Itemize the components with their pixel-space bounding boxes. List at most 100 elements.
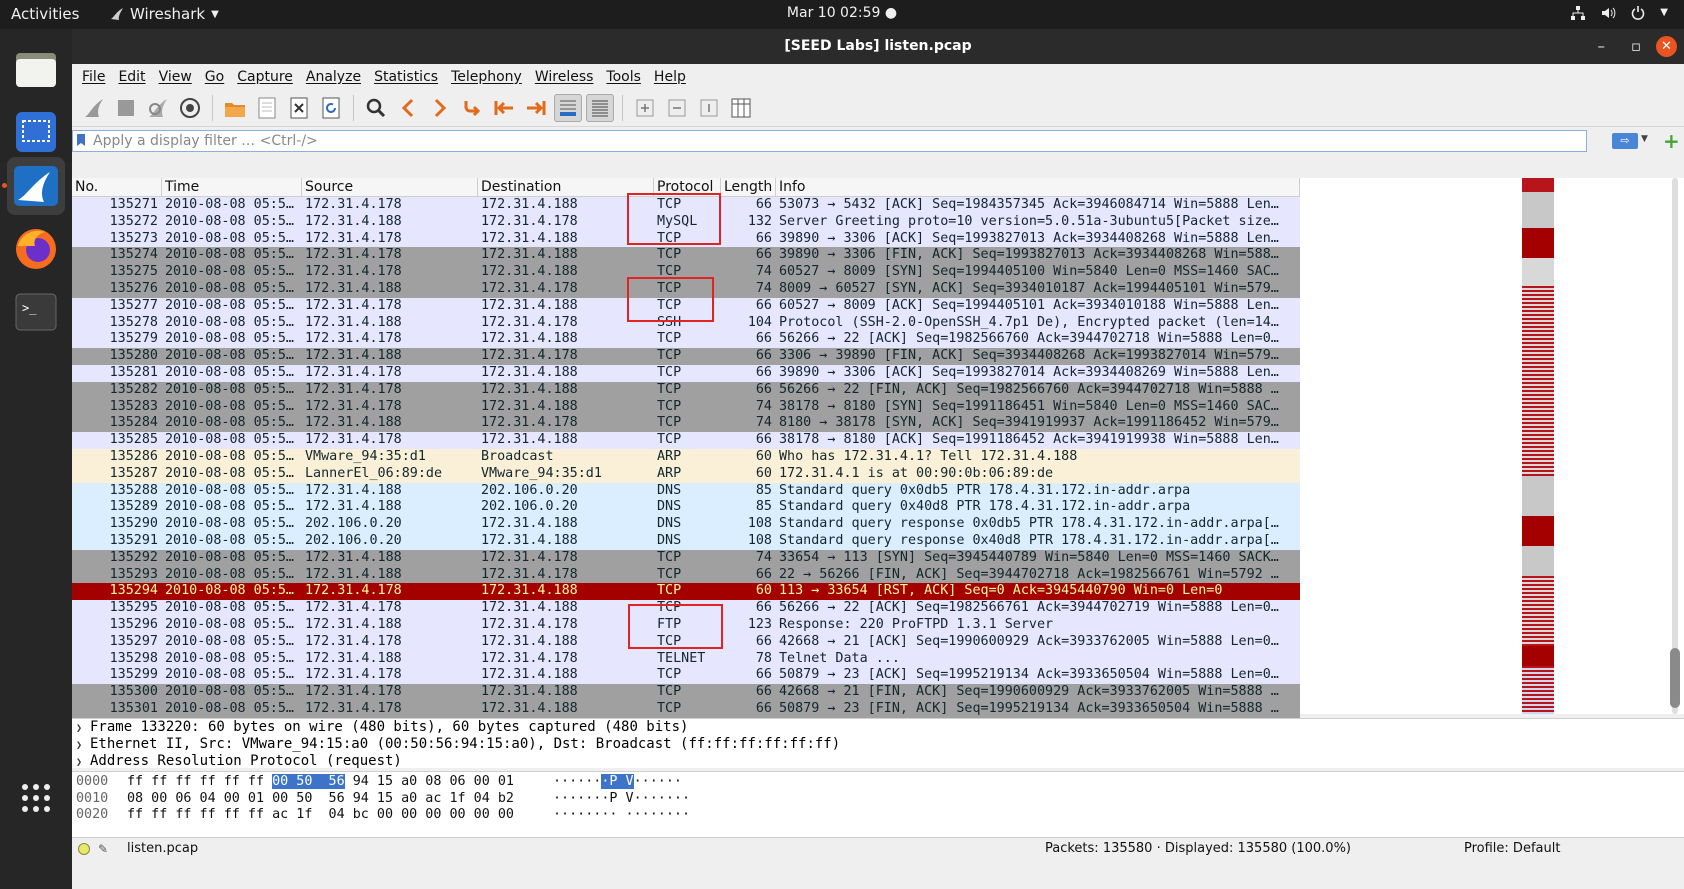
capture-options-icon[interactable] — [176, 94, 204, 122]
packet-cell-dst: Broadcast — [481, 448, 554, 464]
apply-filter-button[interactable]: ⇨ — [1612, 133, 1638, 149]
packet-row[interactable]: 135300 2010-08-08 05:5… 172.31.4.178 172.31… — [72, 684, 1300, 701]
packet-row[interactable]: 135301 2010-08-08 05:5… 172.31.4.178 172.31… — [72, 700, 1300, 718]
packet-cell-time: 2010-08-08 05:5… — [165, 700, 294, 716]
activities-button[interactable]: Activities — [11, 5, 79, 23]
screenshot-icon[interactable] — [7, 103, 65, 161]
reload-file-icon[interactable] — [317, 94, 345, 122]
menu-view[interactable]: View — [159, 69, 192, 85]
packet-row[interactable]: 135293 2010-08-08 05:5… 172.31.4.188 172.31… — [72, 566, 1300, 584]
packet-cell-src: 172.31.4.188 — [305, 280, 402, 296]
menu-analyze[interactable]: Analyze — [306, 69, 361, 85]
packet-row[interactable]: 135289 2010-08-08 05:5… 172.31.4.188 202.10… — [72, 499, 1300, 517]
files-icon[interactable] — [7, 40, 65, 98]
menu-help[interactable]: Help — [654, 69, 686, 85]
packet-row[interactable]: 135290 2010-08-08 05:5… 202.106.0.20 172.31… — [72, 516, 1300, 533]
column-length[interactable]: Length — [721, 178, 776, 196]
zoom-out-icon[interactable] — [663, 94, 691, 122]
close-file-icon[interactable] — [285, 94, 313, 122]
close-button[interactable]: ✕ — [1656, 36, 1677, 57]
display-filter-input[interactable]: Apply a display filter … <Ctrl-/> — [72, 130, 1587, 152]
go-back-icon[interactable] — [394, 94, 422, 122]
firefox-icon[interactable] — [7, 220, 65, 278]
open-file-icon[interactable] — [221, 94, 249, 122]
expand-arrow-icon[interactable]: ❯ — [76, 737, 90, 754]
start-capture-icon[interactable] — [80, 94, 108, 122]
packet-row[interactable]: 135299 2010-08-08 05:5… 172.31.4.178 172.31… — [72, 667, 1300, 685]
packet-row[interactable]: 135298 2010-08-08 05:5… 172.31.4.188 172.31… — [72, 650, 1300, 668]
packet-rows: 135271 2010-08-08 05:5… 172.31.4.178 172.31… — [72, 197, 1684, 718]
clock[interactable]: Mar 10 02:59 — [787, 5, 880, 21]
status-profile[interactable]: Profile: Default — [1464, 838, 1560, 860]
expand-arrow-icon[interactable]: ❯ — [76, 754, 90, 771]
filter-dropdown-icon[interactable]: ▼ — [1641, 134, 1648, 144]
column-source[interactable]: Source — [302, 178, 478, 196]
packet-row[interactable]: 135288 2010-08-08 05:5… 172.31.4.188 202.10… — [72, 482, 1300, 500]
zoom-in-icon[interactable] — [631, 94, 659, 122]
detail-row-arp[interactable]: ❯ Address Resolution Protocol (request) — [72, 753, 1684, 770]
menu-statistics[interactable]: Statistics — [374, 69, 438, 85]
packet-row[interactable]: 135286 2010-08-08 05:5… VMware_94:35:d1 Bro… — [72, 448, 1300, 466]
packet-row[interactable]: 135283 2010-08-08 05:5… 172.31.4.178 172.31… — [72, 398, 1300, 416]
packet-row[interactable]: 135292 2010-08-08 05:5… 172.31.4.188 172.31… — [72, 549, 1300, 567]
expert-info-icon[interactable] — [78, 843, 90, 855]
system-tray[interactable]: ▼ — [1570, 5, 1668, 21]
add-filter-button-icon[interactable]: + — [1663, 129, 1680, 153]
menu-edit[interactable]: Edit — [118, 69, 145, 85]
menu-tools[interactable]: Tools — [606, 69, 641, 85]
expand-arrow-icon[interactable]: ❯ — [76, 720, 90, 737]
power-icon[interactable] — [1630, 5, 1646, 21]
auto-scroll-icon[interactable] — [554, 93, 582, 122]
edit-comment-icon[interactable]: ✎ — [98, 838, 108, 860]
packet-row[interactable]: 135284 2010-08-08 05:5… 172.31.4.188 172.31… — [72, 415, 1300, 433]
restart-capture-icon[interactable] — [144, 94, 172, 122]
packet-list[interactable]: No. Time Source Destination Protocol Len… — [72, 178, 1684, 718]
packet-row[interactable]: 135279 2010-08-08 05:5… 172.31.4.178 172.31… — [72, 331, 1300, 349]
normal-size-icon[interactable] — [695, 94, 723, 122]
packet-row[interactable]: 135294 2010-08-08 05:5… 172.31.4.178 172.31… — [72, 583, 1300, 601]
packet-list-scrollbar[interactable] — [1668, 178, 1682, 714]
packet-cell-time: 2010-08-08 05:5… — [165, 633, 294, 649]
maximize-button[interactable]: ▫ — [1631, 29, 1641, 64]
find-packet-icon[interactable] — [362, 94, 390, 122]
menu-capture[interactable]: Capture — [237, 69, 293, 85]
app-menu[interactable]: Wireshark ▼ — [110, 5, 219, 23]
status-bar: ✎ listen.pcap Packets: 135580 · Displaye… — [72, 837, 1684, 861]
menu-wireless[interactable]: Wireless — [535, 69, 594, 85]
go-forward-icon[interactable] — [426, 94, 454, 122]
packet-row[interactable]: 135274 2010-08-08 05:5… 172.31.4.178 172.31… — [72, 247, 1300, 265]
go-to-packet-icon[interactable] — [458, 94, 486, 122]
volume-icon[interactable] — [1600, 5, 1616, 21]
column-no[interactable]: No. — [72, 178, 162, 196]
terminal-icon[interactable]: >_ — [7, 283, 65, 341]
save-file-icon[interactable] — [253, 94, 281, 122]
packet-row[interactable]: 135287 2010-08-08 05:5… LannerEl_06:89:de V… — [72, 465, 1300, 483]
menu-telephony[interactable]: Telephony — [451, 69, 522, 85]
window-titlebar[interactable]: [SEED Labs] listen.pcap – ▫ ✕ — [72, 29, 1684, 64]
packet-cell-info: 8180 → 38178 [SYN, ACK] Seq=3941919937 A… — [779, 415, 1279, 431]
show-apps-icon[interactable] — [7, 769, 65, 827]
packet-row[interactable]: 135281 2010-08-08 05:5… 172.31.4.178 172.31… — [72, 364, 1300, 382]
stop-capture-icon[interactable] — [112, 94, 140, 122]
packet-row[interactable]: 135280 2010-08-08 05:5… 172.31.4.188 172.31… — [72, 348, 1300, 365]
packet-row[interactable]: 135285 2010-08-08 05:5… 172.31.4.178 172.31… — [72, 432, 1300, 449]
column-time[interactable]: Time — [162, 178, 302, 196]
menu-go[interactable]: Go — [205, 69, 224, 85]
detail-row-frame[interactable]: ❯ Frame 133220: 60 bytes on wire (480 bit… — [72, 719, 1684, 736]
packet-bytes[interactable]: 0000 ff ff ff ff ff ff 00 50 56 94 15 a0… — [72, 771, 1684, 837]
chevron-down-icon[interactable]: ▼ — [1660, 5, 1668, 21]
wireshark-icon[interactable] — [7, 157, 65, 215]
resize-columns-icon[interactable] — [727, 94, 755, 122]
packet-row[interactable]: 135282 2010-08-08 05:5… 172.31.4.178 172.31… — [72, 381, 1300, 399]
go-first-packet-icon[interactable] — [490, 94, 518, 122]
packet-minimap[interactable] — [1520, 178, 1554, 714]
network-icon[interactable] — [1570, 5, 1586, 21]
column-info[interactable]: Info — [776, 178, 1300, 196]
detail-row-ethernet[interactable]: ❯ Ethernet II, Src: VMware_94:15:a0 (00:5… — [72, 736, 1684, 753]
colorize-icon[interactable] — [586, 93, 614, 122]
go-last-packet-icon[interactable] — [522, 94, 550, 122]
packet-details[interactable]: ❯ Frame 133220: 60 bytes on wire (480 bit… — [72, 718, 1684, 770]
minimize-button[interactable]: – — [1598, 29, 1606, 64]
menu-file[interactable]: File — [82, 69, 105, 85]
packet-row[interactable]: 135291 2010-08-08 05:5… 202.106.0.20 172.31… — [72, 532, 1300, 550]
